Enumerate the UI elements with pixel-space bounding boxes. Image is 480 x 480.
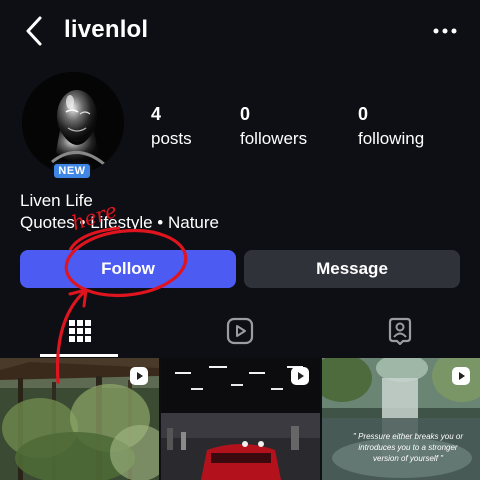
profile-tabs <box>0 305 480 357</box>
profile-header: livenlol <box>0 0 480 62</box>
more-options-button[interactable] <box>432 20 458 42</box>
grid-icon <box>69 320 91 342</box>
posts-count: 4 <box>151 104 162 124</box>
following-label: following <box>358 129 425 148</box>
post-thumbnail-waterfall[interactable]: " Pressure either breaks you or introduc… <box>322 358 480 480</box>
profile-username: livenlol <box>64 16 149 43</box>
followers-count: 0 <box>240 104 251 124</box>
followers-label: followers <box>240 129 308 148</box>
message-button[interactable]: Message <box>244 250 460 288</box>
reel-badge-icon <box>291 367 309 385</box>
post-thumbnail-forest[interactable] <box>0 358 159 480</box>
reel-badge-icon <box>130 367 148 385</box>
tab-tagged[interactable] <box>320 305 480 357</box>
profile-bio: Quotes • Lifestyle • Nature <box>20 213 219 232</box>
ellipsis-icon <box>433 28 457 34</box>
following-count: 0 <box>358 104 369 124</box>
new-badge: NEW <box>52 162 92 180</box>
profile-avatar[interactable] <box>22 72 124 174</box>
stat-followers[interactable]: 0 followers <box>240 104 307 149</box>
stat-following[interactable]: 0 following <box>358 104 424 149</box>
reel-badge-icon <box>452 367 470 385</box>
avatar-image <box>22 72 124 174</box>
tab-posts-grid[interactable] <box>0 305 160 357</box>
post-quote-caption: " Pressure either breaks you or introduc… <box>353 432 463 463</box>
tab-reels[interactable] <box>160 305 320 357</box>
post-thumbnail-car-show[interactable] <box>161 358 320 480</box>
posts-grid: " Pressure either breaks you or introduc… <box>0 358 480 480</box>
back-button[interactable] <box>22 14 48 48</box>
posts-label: posts <box>151 129 192 148</box>
stat-posts[interactable]: 4 posts <box>151 104 192 149</box>
tagged-icon <box>388 317 412 345</box>
reels-icon <box>226 317 254 345</box>
chevron-left-icon <box>26 16 42 46</box>
follow-button[interactable]: Follow <box>20 250 236 288</box>
active-tab-indicator <box>40 354 118 357</box>
